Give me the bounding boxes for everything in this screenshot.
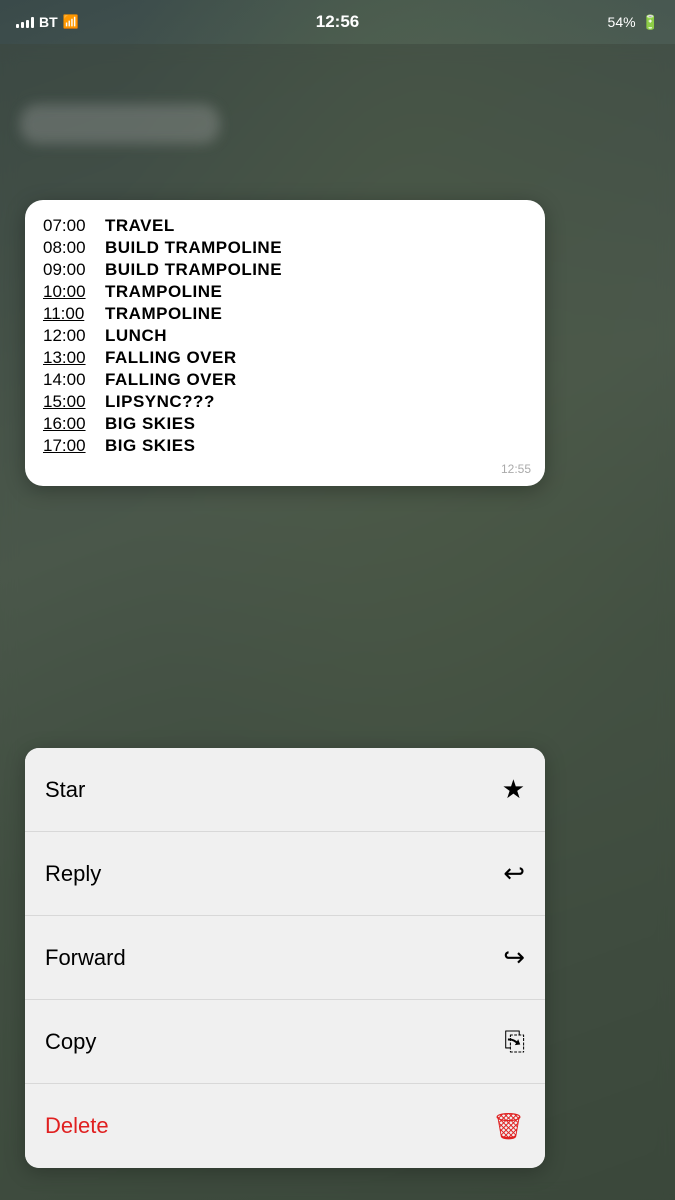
status-time: 12:56 <box>316 12 359 32</box>
schedule-time: 13:00 <box>43 348 105 368</box>
schedule-activity: LUNCH <box>105 326 167 346</box>
battery-percentage: 54% <box>608 14 636 30</box>
battery-icon: 🔋 <box>642 14 659 31</box>
schedule-row: 08:00BUILD TRAMPOLINE <box>43 238 527 258</box>
schedule-activity: TRAVEL <box>105 216 175 236</box>
menu-label-copy: Copy <box>45 1029 96 1055</box>
schedule-activity: BUILD TRAMPOLINE <box>105 238 282 258</box>
schedule-row: 12:00LUNCH <box>43 326 527 346</box>
menu-item-copy[interactable]: Copy ⎘ <box>25 1000 545 1084</box>
carrier-label: BT <box>39 14 58 30</box>
menu-item-star[interactable]: Star ★ <box>25 748 545 832</box>
schedule-time: 10:00 <box>43 282 105 302</box>
status-left: BT 📶 <box>16 14 79 30</box>
wifi-icon: 📶 <box>63 14 79 30</box>
menu-label-reply: Reply <box>45 861 101 887</box>
schedule-row: 17:00BIG SKIES <box>43 436 527 456</box>
schedule-row: 16:00BIG SKIES <box>43 414 527 434</box>
menu-icon-delete: 🗑 <box>492 1111 525 1142</box>
status-right: 54% 🔋 <box>608 14 659 31</box>
message-card: 07:00TRAVEL08:00BUILD TRAMPOLINE09:00BUI… <box>25 200 545 486</box>
schedule-time: 15:00 <box>43 392 105 412</box>
schedule-time: 11:00 <box>43 304 105 324</box>
schedule-activity: FALLING OVER <box>105 348 237 368</box>
menu-item-reply[interactable]: Reply ↩ <box>25 832 545 916</box>
message-timestamp: 12:55 <box>501 462 531 476</box>
schedule-activity: BUILD TRAMPOLINE <box>105 260 282 280</box>
menu-icon-star: ★ <box>502 774 525 805</box>
menu-item-delete[interactable]: Delete 🗑 <box>25 1084 545 1168</box>
schedule-row: 07:00TRAVEL <box>43 216 527 236</box>
menu-icon-reply: ↩ <box>503 858 525 889</box>
menu-label-forward: Forward <box>45 945 126 971</box>
schedule-time: 09:00 <box>43 260 105 280</box>
status-bar: BT 📶 12:56 54% 🔋 <box>0 0 675 44</box>
menu-icon-copy: ⎘ <box>504 1026 525 1058</box>
schedule-activity: BIG SKIES <box>105 436 195 456</box>
schedule-row: 14:00FALLING OVER <box>43 370 527 390</box>
blurred-bubble <box>20 104 220 144</box>
schedule-time: 08:00 <box>43 238 105 258</box>
schedule-activity: FALLING OVER <box>105 370 237 390</box>
schedule-row: 11:00TRAMPOLINE <box>43 304 527 324</box>
schedule-activity: TRAMPOLINE <box>105 304 222 324</box>
schedule-activity: BIG SKIES <box>105 414 195 434</box>
schedule-time: 16:00 <box>43 414 105 434</box>
schedule-activity: TRAMPOLINE <box>105 282 222 302</box>
schedule-time: 07:00 <box>43 216 105 236</box>
schedule-row: 09:00BUILD TRAMPOLINE <box>43 260 527 280</box>
schedule-time: 12:00 <box>43 326 105 346</box>
schedule-time: 17:00 <box>43 436 105 456</box>
schedule-activity: LIPSYNC??? <box>105 392 215 412</box>
menu-label-star: Star <box>45 777 85 803</box>
schedule-row: 15:00LIPSYNC??? <box>43 392 527 412</box>
menu-item-forward[interactable]: Forward ↪ <box>25 916 545 1000</box>
schedule-time: 14:00 <box>43 370 105 390</box>
schedule-row: 13:00FALLING OVER <box>43 348 527 368</box>
context-menu: Star ★ Reply ↩ Forward ↪ Copy ⎘ Delete 🗑 <box>25 748 545 1168</box>
signal-icon <box>16 16 34 28</box>
menu-icon-forward: ↪ <box>503 942 525 973</box>
schedule-row: 10:00TRAMPOLINE <box>43 282 527 302</box>
menu-label-delete: Delete <box>45 1113 109 1139</box>
